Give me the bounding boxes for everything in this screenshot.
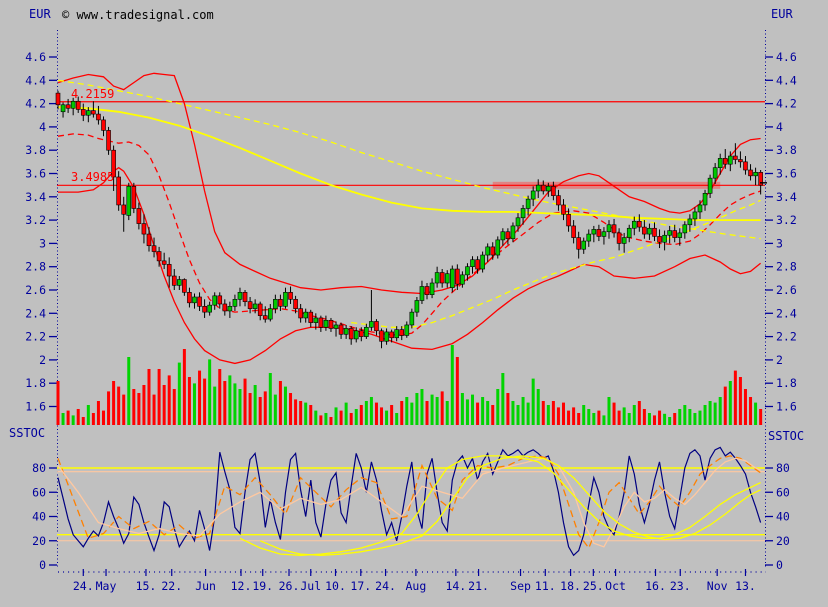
- svg-text:2: 2: [39, 353, 46, 367]
- svg-text:40: 40: [776, 510, 790, 524]
- svg-text:80: 80: [776, 461, 790, 475]
- svg-text:Jun: Jun: [195, 579, 216, 593]
- svg-text:40: 40: [32, 510, 46, 524]
- svg-text:20: 20: [776, 534, 790, 548]
- svg-text:4.6: 4.6: [776, 50, 797, 64]
- svg-text:Jul: Jul: [300, 579, 321, 593]
- svg-text:Oct: Oct: [605, 579, 626, 593]
- copyright-text: © www.tradesignal.com: [62, 8, 214, 22]
- svg-text:0: 0: [776, 558, 783, 572]
- svg-text:4.6: 4.6: [25, 50, 46, 64]
- svg-text:2.2: 2.2: [776, 330, 797, 344]
- price-line-label-lower: 3.4985: [71, 170, 115, 184]
- svg-text:26.: 26.: [279, 579, 300, 593]
- svg-text:3.6: 3.6: [776, 167, 797, 181]
- svg-text:1.6: 1.6: [776, 400, 797, 414]
- price-axis-unit-left: EUR: [29, 7, 51, 21]
- stoch-k: [57, 446, 762, 557]
- candlesticks: [55, 90, 763, 349]
- price-axis-unit-right: EUR: [771, 7, 793, 21]
- svg-text:3.6: 3.6: [25, 167, 46, 181]
- svg-text:2.6: 2.6: [25, 283, 46, 297]
- svg-text:20: 20: [32, 534, 46, 548]
- svg-text:Nov: Nov: [707, 579, 728, 593]
- svg-text:0: 0: [39, 558, 46, 572]
- svg-text:11.: 11.: [535, 579, 556, 593]
- svg-text:80: 80: [32, 461, 46, 475]
- svg-text:May: May: [96, 579, 117, 593]
- stoch-panel-label-right: SSTOC: [768, 429, 805, 443]
- svg-text:2.8: 2.8: [776, 260, 797, 274]
- svg-text:60: 60: [776, 485, 790, 499]
- svg-text:1.8: 1.8: [776, 376, 797, 390]
- price-line-label-upper: 4.2159: [71, 87, 115, 101]
- svg-text:1.6: 1.6: [25, 400, 46, 414]
- svg-text:21.: 21.: [468, 579, 489, 593]
- svg-text:3: 3: [39, 236, 46, 250]
- svg-text:13.: 13.: [735, 579, 756, 593]
- svg-text:2.4: 2.4: [776, 306, 797, 320]
- tradesignal-chart-window: 4.6 4.6 4.4 4.4 4.2 4.2 4 4 3.8 3.8 3.6 3.6 3.4 3.4 3.…: [0, 0, 828, 607]
- svg-text:3.4: 3.4: [25, 190, 46, 204]
- svg-text:24.: 24.: [73, 579, 94, 593]
- svg-text:3.2: 3.2: [25, 213, 46, 227]
- chart-canvas[interactable]: 4.6 4.6 4.4 4.4 4.2 4.2 4 4 3.8 3.8 3.6 3.6 3.4 3.4 3.…: [0, 0, 828, 607]
- ma-yellow-dashed-long: [57, 79, 761, 240]
- svg-text:25.: 25.: [583, 579, 604, 593]
- svg-text:2.4: 2.4: [25, 306, 46, 320]
- stoch-panel-label-left: SSTOC: [9, 426, 46, 440]
- svg-text:2: 2: [776, 353, 783, 367]
- svg-text:3.8: 3.8: [776, 143, 797, 157]
- svg-text:3.4: 3.4: [776, 190, 797, 204]
- svg-text:4.2: 4.2: [776, 97, 797, 111]
- svg-text:Sep: Sep: [510, 579, 531, 593]
- price-reference-lines: [57, 101, 765, 189]
- svg-text:2.2: 2.2: [25, 330, 46, 344]
- svg-text:1.8: 1.8: [25, 376, 46, 390]
- svg-text:23.: 23.: [670, 579, 691, 593]
- svg-text:4: 4: [776, 120, 783, 134]
- svg-text:24.: 24.: [375, 579, 396, 593]
- ma-yellow-solid: [57, 106, 761, 222]
- svg-text:4: 4: [39, 120, 46, 134]
- svg-text:18.: 18.: [560, 579, 581, 593]
- svg-text:3: 3: [776, 236, 783, 250]
- svg-text:17.: 17.: [350, 579, 371, 593]
- svg-text:4.4: 4.4: [776, 73, 797, 87]
- svg-text:4.2: 4.2: [25, 97, 46, 111]
- svg-text:22.: 22.: [161, 579, 182, 593]
- svg-text:12.: 12.: [231, 579, 252, 593]
- svg-text:2.6: 2.6: [776, 283, 797, 297]
- svg-text:3.2: 3.2: [776, 213, 797, 227]
- svg-text:19.: 19.: [252, 579, 273, 593]
- volume-bars: [56, 345, 763, 425]
- svg-text:4.4: 4.4: [25, 73, 46, 87]
- svg-text:2.8: 2.8: [25, 260, 46, 274]
- svg-text:3.8: 3.8: [25, 143, 46, 157]
- svg-text:16.: 16.: [645, 579, 666, 593]
- svg-text:10.: 10.: [325, 579, 346, 593]
- svg-text:60: 60: [32, 485, 46, 499]
- svg-text:15.: 15.: [136, 579, 157, 593]
- svg-text:14.: 14.: [445, 579, 466, 593]
- axes: 4.6 4.6 4.4 4.4 4.2 4.2 4 4 3.8 3.8 3.6 3.6 3.4 3.4 3.…: [25, 30, 797, 593]
- svg-text:Aug: Aug: [406, 579, 427, 593]
